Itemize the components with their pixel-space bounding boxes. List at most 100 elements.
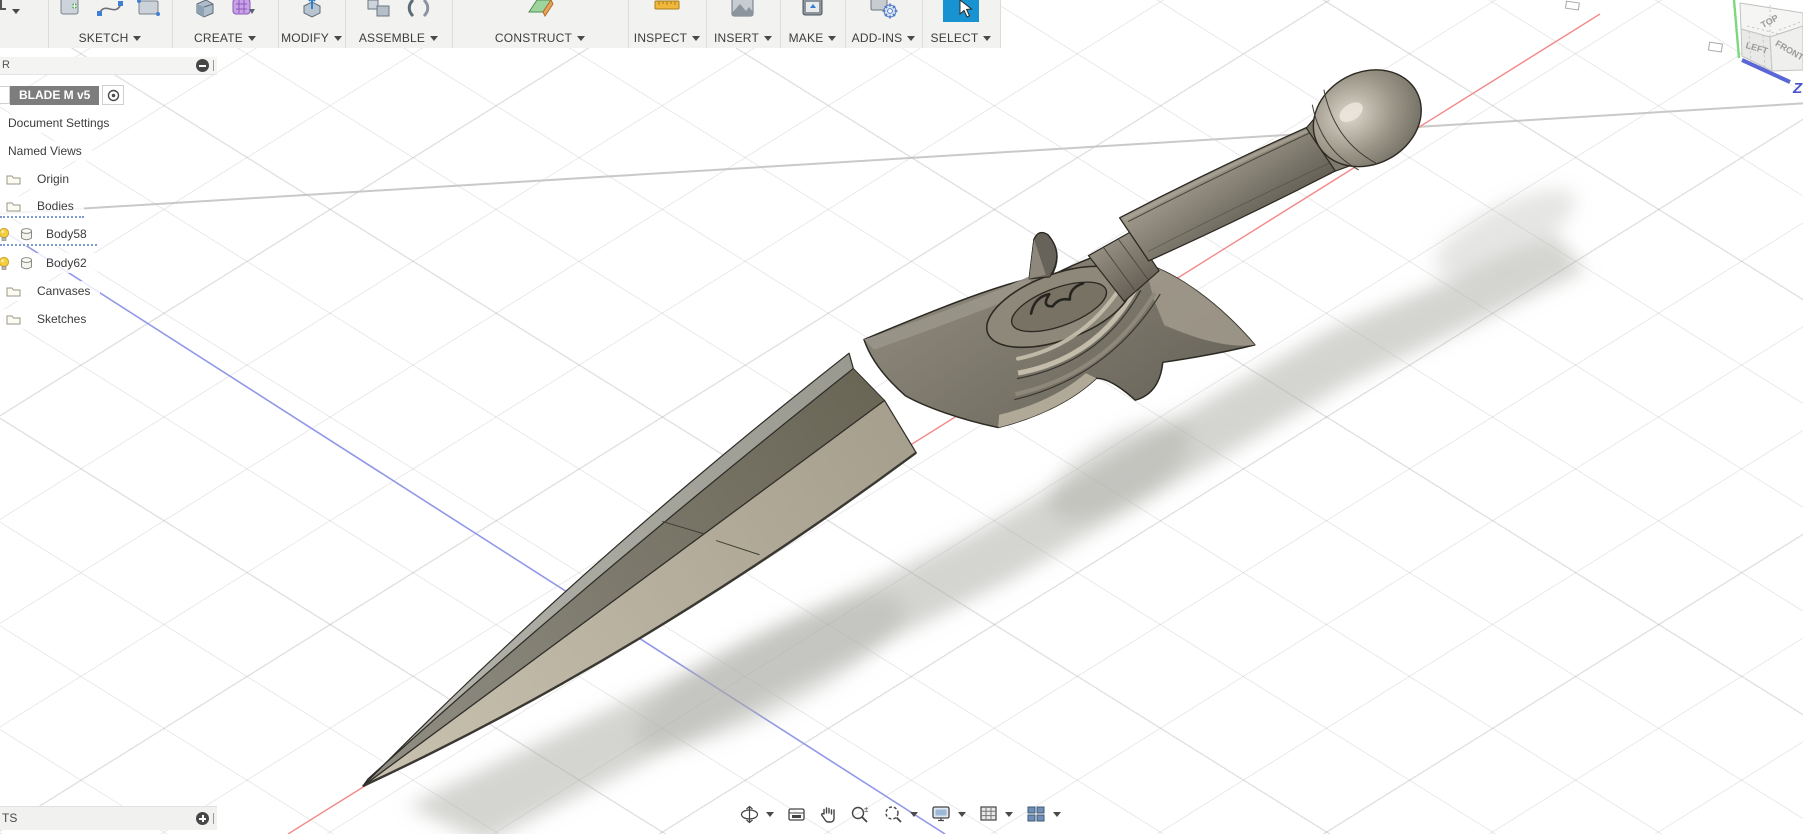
collapse-browser-button[interactable] [196, 59, 209, 72]
chevron-down-icon [910, 811, 918, 817]
pan-button[interactable] [816, 803, 840, 825]
chevron-down-icon [692, 36, 701, 42]
grid-icon [980, 806, 997, 821]
toolbar-menu-construct[interactable]: CONSTRUCT [452, 31, 628, 45]
chevron-down-icon [764, 36, 772, 42]
toolbar-menu-insert[interactable]: INSERT [706, 31, 780, 45]
browser-root-row[interactable]: BLADE M v5 [0, 85, 218, 105]
orbit-button[interactable] [737, 803, 777, 826]
browser-item-origin[interactable]: Origin [0, 169, 218, 189]
body-icon[interactable] [16, 256, 36, 271]
model-shadow [408, 189, 1585, 834]
toolbar-menu-assemble[interactable]: ASSEMBLE [345, 31, 452, 45]
look-at-button[interactable] [784, 804, 809, 825]
toolbar-group-addins: ADD-INS [845, 0, 923, 48]
zoom-button[interactable]: ± [847, 803, 873, 825]
measure-icon[interactable] [652, 0, 682, 22]
folder-icon[interactable] [4, 313, 22, 325]
browser-header: R [0, 57, 217, 75]
browser-item-canvases[interactable]: Canvases [0, 281, 218, 301]
navigation-bar: ± [737, 799, 1064, 829]
toolbar-menu-addins[interactable]: ADD-INS [845, 31, 922, 45]
toolbar-group-inspect: INSPECT [628, 0, 707, 48]
look-at-icon [788, 807, 805, 821]
3d-print-icon[interactable] [800, 0, 826, 22]
browser-item-sketches[interactable]: Sketches [0, 309, 218, 329]
toolbar-menu-inspect[interactable]: INSPECT [628, 31, 706, 45]
display-settings-button[interactable] [928, 803, 969, 825]
unit-radio-button[interactable] [102, 85, 125, 105]
fit-icon [885, 806, 902, 823]
chevron-down-icon [983, 36, 992, 42]
chevron-down-icon [247, 36, 256, 42]
y-axis-line [1732, 0, 1741, 59]
viewports-button[interactable] [1023, 803, 1064, 825]
folder-icon[interactable] [4, 173, 22, 185]
grid-settings-button[interactable] [976, 803, 1016, 825]
browser-item-bodies[interactable]: Bodies [0, 196, 218, 218]
fusion-window: { "app": {"name": "Autodesk Fusion 360",… [0, 0, 1803, 834]
toolbar-menu-select[interactable]: SELECT [922, 31, 1000, 45]
pan-hand-icon [820, 807, 835, 823]
create-form-icon[interactable] [230, 0, 258, 22]
toolbar-group-insert: INSERT [706, 0, 781, 48]
orbit-icon [740, 805, 759, 823]
chevron-down-icon [12, 9, 20, 14]
comments-bar[interactable]: TS [0, 806, 217, 830]
viewports-icon [1027, 806, 1045, 822]
browser-resize-handle[interactable] [213, 60, 214, 71]
chevron-down-icon [907, 36, 916, 42]
addins-gear-icon[interactable] [868, 0, 900, 22]
toolbar-menu-make[interactable]: MAKE [780, 31, 845, 45]
toolbar-group-select: SELECT [922, 0, 1001, 48]
toolbar-group-modify: MODIFY [278, 0, 346, 48]
display-settings-icon [932, 806, 950, 822]
chevron-down-icon [333, 36, 342, 42]
file-icon [0, 0, 6, 10]
joint-icon[interactable] [405, 0, 433, 22]
toolbar-group-make: MAKE [780, 0, 846, 48]
z-axis-label: Z [1792, 80, 1803, 97]
document-title[interactable]: BLADE M v5 [10, 85, 100, 105]
fit-button[interactable] [880, 803, 921, 825]
select-tool-icon[interactable] [941, 0, 981, 22]
toolbar-file-fragment[interactable] [0, 0, 49, 48]
rectangle-tool-icon[interactable] [136, 0, 162, 22]
viewport-canvas[interactable]: Z TOP LEFT FRONT [0, 0, 1803, 834]
new-body-icon[interactable] [192, 0, 218, 22]
visibility-bulb-icon[interactable] [0, 256, 10, 271]
toolbar-group-sketch: SKETCH [48, 0, 173, 48]
insert-image-icon[interactable] [729, 0, 757, 22]
create-sketch-icon[interactable] [58, 0, 84, 22]
toolbar-group-construct: CONSTRUCT [452, 0, 629, 48]
handle[interactable] [1118, 102, 1338, 286]
svg-text:±: ± [864, 805, 869, 814]
browser-item-document-settings[interactable]: Document Settings [0, 113, 218, 133]
grid-marker [1564, 0, 1724, 53]
browser-item-body62[interactable]: Body62 [0, 253, 218, 273]
chevron-down-icon [828, 36, 837, 42]
folder-icon[interactable] [4, 200, 22, 212]
press-pull-icon[interactable] [299, 0, 325, 22]
body-icon[interactable] [16, 227, 36, 242]
comments-resize-handle[interactable] [213, 813, 214, 824]
construct-plane-icon[interactable] [525, 0, 555, 22]
comments-bar-label: TS [2, 811, 18, 825]
sword-model[interactable] [313, 3, 1488, 834]
browser-item-body58[interactable]: Body58 [0, 224, 218, 246]
chevron-down-icon [430, 36, 439, 42]
visibility-bulb-icon[interactable] [0, 227, 10, 242]
new-component-icon[interactable] [365, 0, 393, 22]
spline-icon[interactable] [96, 0, 124, 22]
toolbar-menu-sketch[interactable]: SKETCH [48, 31, 172, 45]
toolbar-menu-modify[interactable]: MODIFY [278, 31, 345, 45]
toolbar-menu-create[interactable]: CREATE [172, 31, 278, 45]
viewcube[interactable]: TOP LEFT FRONT [1739, 2, 1803, 72]
browser-item-named-views[interactable]: Named Views [0, 141, 218, 161]
radio-dot-icon [107, 89, 120, 101]
add-comment-button[interactable] [196, 812, 209, 825]
chevron-down-icon [577, 36, 586, 42]
toolbar-group-create: CREATE [172, 0, 279, 48]
folder-icon[interactable] [4, 285, 22, 297]
browser-header-label: R [2, 59, 10, 71]
